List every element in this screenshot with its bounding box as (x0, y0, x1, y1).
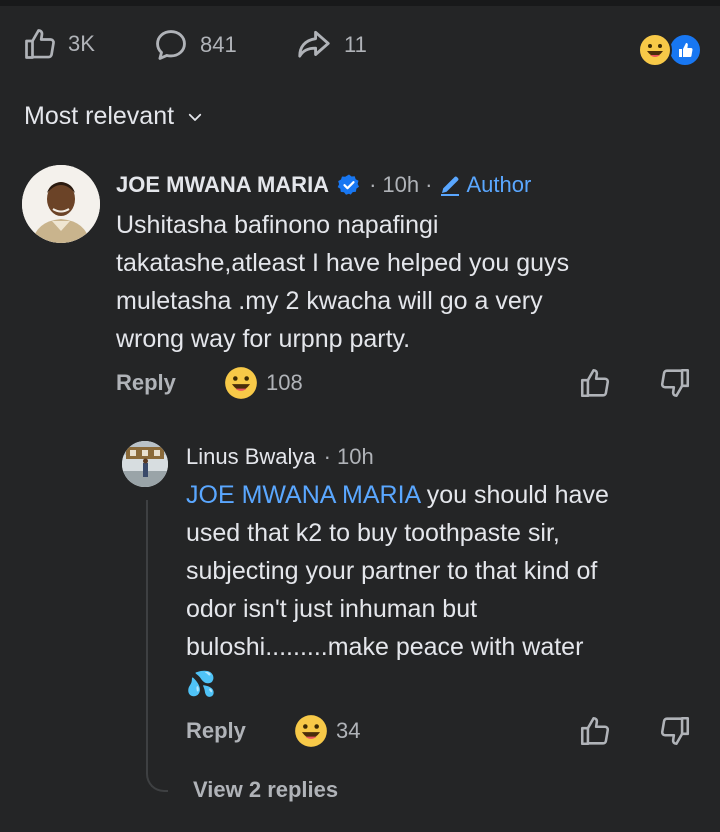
like-count: 3K (68, 31, 95, 56)
thumbs-up-icon (25, 29, 55, 59)
reply-button[interactable]: Reply (186, 718, 246, 744)
comment-reactions[interactable]: 108 (224, 366, 303, 400)
avatar[interactable] (22, 165, 100, 243)
haha-emoji-icon (225, 367, 257, 399)
comment-text-line: muletasha .my 2 kwacha will go a very (116, 287, 543, 315)
comment-text-line: wrong way for urpnp party. (116, 325, 411, 353)
reply-text-line: used that k2 to buy toothpaste sir, (186, 519, 560, 547)
reaction-summary[interactable] (638, 33, 702, 67)
comment-body: Ushitasha bafinono napafingi takatashe,a… (116, 206, 706, 358)
sweat-droplets-emoji: 💦 (186, 671, 216, 698)
comment-text-line: Ushitasha bafinono napafingi (116, 211, 439, 239)
like-stat[interactable]: 3K (22, 26, 95, 62)
share-count: 11 (344, 32, 367, 57)
like-reaction-icon (668, 33, 702, 67)
author-badge: Author (438, 172, 531, 198)
like-icon[interactable] (578, 714, 612, 748)
share-arrow-icon (298, 30, 330, 58)
reply-header: Linus Bwalya · 10h (186, 444, 374, 470)
reply-text-line: JOE MWANA MARIA you should have (186, 476, 706, 514)
reply-time[interactable]: 10h (337, 444, 374, 470)
reply-actions: Reply 34 (186, 712, 696, 752)
mention-link[interactable]: JOE MWANA MARIA (186, 481, 420, 509)
share-stat[interactable]: 11 (294, 26, 367, 64)
reply-text-line: subjecting your partner to that kind of (186, 557, 598, 585)
thread-connector (146, 500, 168, 792)
reply-reactions[interactable]: 34 (294, 714, 360, 748)
reply-text-line: odor isn't just inhuman but (186, 595, 478, 623)
top-divider (0, 0, 720, 6)
separator-dot: · (323, 444, 331, 469)
pencil-icon (441, 176, 460, 196)
verified-badge-icon (337, 174, 360, 195)
like-icon[interactable] (578, 366, 612, 400)
haha-reaction-icon (638, 33, 672, 67)
reaction-count: 34 (336, 718, 361, 743)
reply-body: JOE MWANA MARIA you should have used tha… (186, 476, 706, 704)
reply-avatar[interactable] (122, 441, 168, 487)
comment-text-line: takatashe,atleast I have helped you guys (116, 249, 570, 277)
commenter-name[interactable]: JOE MWANA MARIA (116, 172, 329, 198)
post-stats-bar: 3K 841 11 (22, 26, 702, 70)
comment-bubble-icon (156, 30, 186, 60)
chevron-down-icon (188, 113, 202, 121)
reply-button[interactable]: Reply (116, 370, 176, 396)
comment-header: JOE MWANA MARIA · 10h · Author (116, 172, 531, 198)
reaction-count: 108 (266, 370, 303, 395)
reply-text-fragment: you should have (419, 481, 609, 509)
haha-emoji-icon (295, 715, 327, 747)
separator-dot: · (369, 172, 377, 197)
dislike-icon[interactable] (658, 366, 692, 400)
comment-actions: Reply 108 (116, 364, 696, 404)
reply-text-line: buloshi.........make peace with water (186, 633, 584, 661)
comment-sort-dropdown[interactable]: Most relevant (24, 102, 204, 131)
comment-count: 841 (200, 32, 237, 57)
comment-stat[interactable]: 841 (152, 26, 237, 64)
view-replies-link[interactable]: View 2 replies (193, 777, 338, 803)
sort-label: Most relevant (24, 102, 175, 130)
reply-author-name[interactable]: Linus Bwalya (186, 444, 316, 470)
dislike-icon[interactable] (658, 714, 692, 748)
author-label: Author (466, 172, 532, 197)
separator-dot: · (425, 172, 433, 197)
comment-time[interactable]: 10h (382, 172, 419, 198)
